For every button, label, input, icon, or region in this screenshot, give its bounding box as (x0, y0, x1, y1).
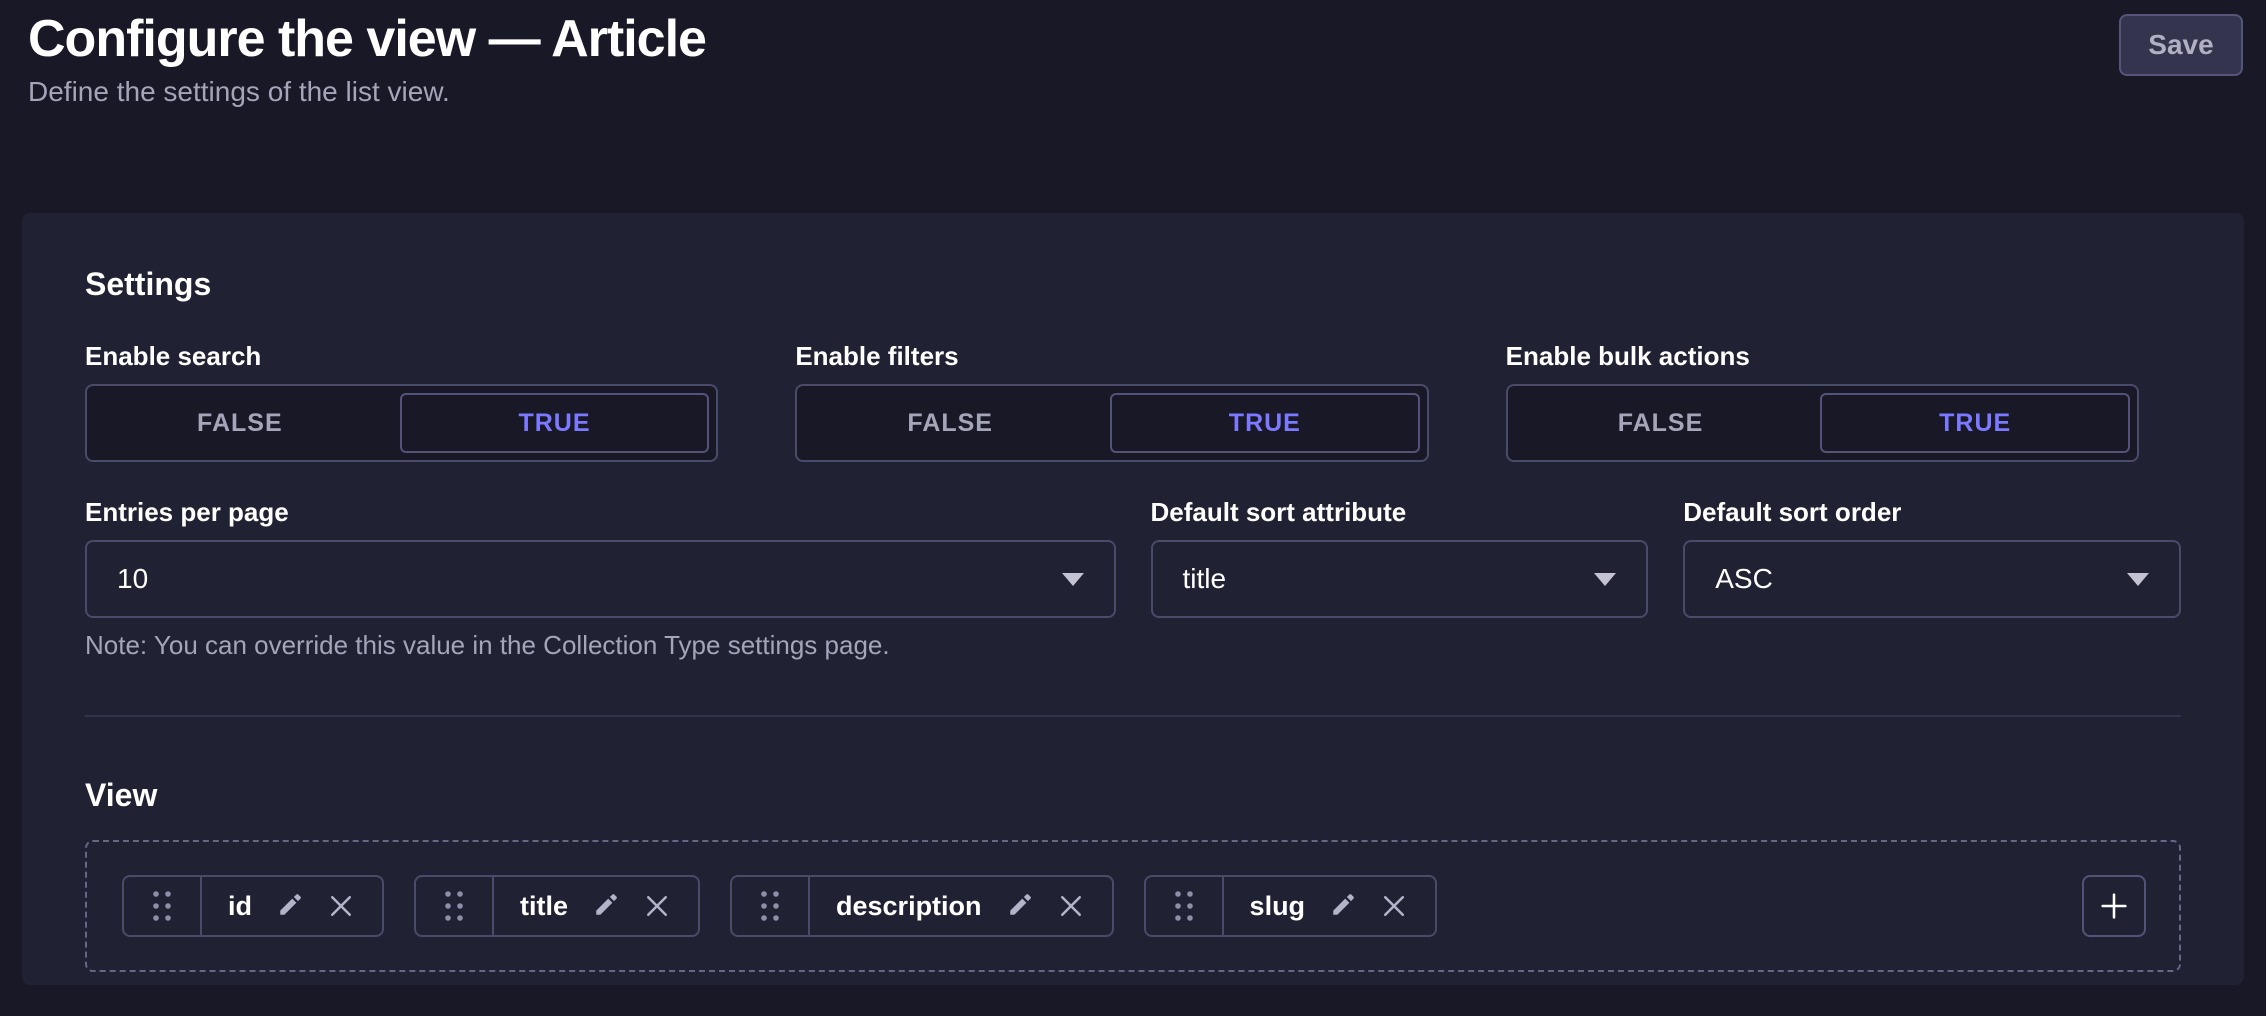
enable-filters-true-option[interactable]: TRUE (1110, 393, 1420, 453)
remove-field-x-icon[interactable] (642, 891, 672, 921)
default-sort-attribute-select[interactable]: title (1151, 540, 1649, 618)
enable-search-false-option[interactable]: FALSE (87, 386, 393, 460)
enable-bulk-actions-false-option[interactable]: FALSE (1508, 386, 1814, 460)
field-chip-slug[interactable]: slug (1144, 875, 1438, 937)
field-chip-label: id (228, 891, 252, 922)
enable-search-true-option[interactable]: TRUE (400, 393, 710, 453)
entries-per-page-value: 10 (117, 563, 148, 595)
section-divider (85, 715, 2181, 717)
enable-filters-toggle: FALSE TRUE (795, 384, 1428, 462)
save-button[interactable]: Save (2119, 14, 2243, 76)
edit-field-pencil-icon[interactable] (1327, 891, 1357, 921)
add-field-button[interactable] (2082, 875, 2146, 937)
drag-handle-icon[interactable] (124, 877, 202, 935)
caret-down-icon (1062, 573, 1084, 586)
drag-handle-icon[interactable] (416, 877, 494, 935)
page-subtitle: Define the settings of the list view. (28, 76, 2243, 108)
view-heading: View (85, 777, 2181, 814)
field-chip-id[interactable]: id (122, 875, 384, 937)
remove-field-x-icon[interactable] (1056, 891, 1086, 921)
enable-filters-false-option[interactable]: FALSE (797, 386, 1103, 460)
drag-handle-icon[interactable] (1146, 877, 1224, 935)
entries-per-page-note: Note: You can override this value in the… (85, 630, 1116, 661)
field-chip-label: title (520, 891, 568, 922)
entries-per-page-select[interactable]: 10 (85, 540, 1116, 618)
field-enable-bulk-actions: Enable bulk actions FALSE TRUE (1506, 341, 2181, 462)
enable-bulk-actions-toggle: FALSE TRUE (1506, 384, 2139, 462)
edit-field-pencil-icon[interactable] (274, 891, 304, 921)
entries-per-page-label: Entries per page (85, 497, 1116, 528)
field-default-sort-order: Default sort order ASC (1683, 497, 2181, 661)
field-enable-filters: Enable filters FALSE TRUE (795, 341, 1470, 462)
page-title: Configure the view — Article (28, 10, 2243, 70)
enable-search-toggle: FALSE TRUE (85, 384, 718, 462)
remove-field-x-icon[interactable] (1379, 891, 1409, 921)
enable-bulk-actions-label: Enable bulk actions (1506, 341, 2181, 372)
caret-down-icon (1594, 573, 1616, 586)
default-sort-attribute-label: Default sort attribute (1151, 497, 1649, 528)
caret-down-icon (2127, 573, 2149, 586)
enable-bulk-actions-true-option[interactable]: TRUE (1820, 393, 2130, 453)
field-chip-description[interactable]: description (730, 875, 1114, 937)
view-fields-dropzone: id (85, 840, 2181, 972)
toggles-row: Enable search FALSE TRUE Enable filters … (85, 341, 2181, 462)
settings-card: Settings Enable search FALSE TRUE Enable… (22, 213, 2244, 985)
default-sort-order-label: Default sort order (1683, 497, 2181, 528)
field-entries-per-page: Entries per page 10 Note: You can overri… (85, 497, 1116, 661)
selects-row: Entries per page 10 Note: You can overri… (85, 497, 2181, 661)
settings-heading: Settings (85, 266, 2181, 303)
enable-search-label: Enable search (85, 341, 760, 372)
default-sort-order-select[interactable]: ASC (1683, 540, 2181, 618)
remove-field-x-icon[interactable] (326, 891, 356, 921)
enable-filters-label: Enable filters (795, 341, 1470, 372)
plus-icon (2097, 889, 2131, 923)
field-default-sort-attribute: Default sort attribute title (1151, 497, 1649, 661)
field-chip-title[interactable]: title (414, 875, 700, 937)
page-header: Configure the view — Article Define the … (0, 0, 2266, 108)
drag-handle-icon[interactable] (732, 877, 810, 935)
field-enable-search: Enable search FALSE TRUE (85, 341, 760, 462)
edit-field-pencil-icon[interactable] (1004, 891, 1034, 921)
default-sort-attribute-value: title (1183, 563, 1227, 595)
edit-field-pencil-icon[interactable] (590, 891, 620, 921)
field-chip-label: description (836, 891, 982, 922)
field-chip-label: slug (1250, 891, 1306, 922)
default-sort-order-value: ASC (1715, 563, 1773, 595)
